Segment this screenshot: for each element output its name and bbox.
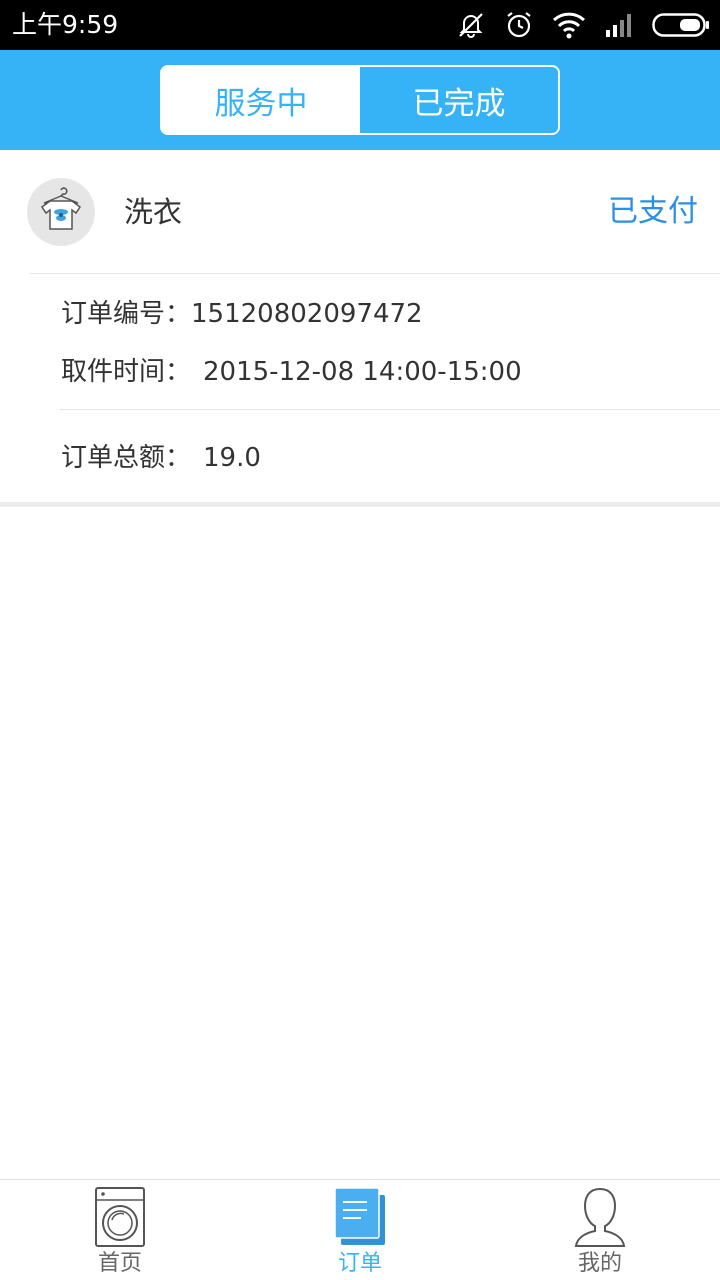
order-total-value: 19.0 (203, 443, 261, 473)
nav-label-me: 我的 (577, 1251, 622, 1276)
tshirt-hanger-icon (36, 185, 86, 239)
document-icon (332, 1186, 388, 1252)
battery-icon (652, 12, 710, 38)
divider (60, 409, 720, 410)
nav-item-orders[interactable]: 订单 (240, 1180, 480, 1280)
order-total-line: 订单总额： 19.0 (61, 440, 261, 476)
service-name: 洗衣 (124, 195, 183, 229)
order-status-segmented-control: 服务中 已完成 (160, 65, 560, 135)
order-card[interactable]: 洗衣 已支付 订单编号：15120802097472 取件时间： 2015-12-… (0, 150, 720, 502)
pickup-time-value: 2015-12-08 14:00-15:00 (203, 357, 522, 387)
order-total-label: 订单总额： (61, 443, 192, 473)
mute-icon (456, 10, 486, 40)
order-number-label: 订单编号： (61, 299, 192, 329)
wifi-icon (552, 11, 586, 39)
washing-machine-icon (94, 1186, 146, 1252)
pickup-time-line: 取件时间： 2015-12-08 14:00-15:00 (61, 354, 522, 390)
nav-label-orders: 订单 (337, 1251, 382, 1276)
section-separator (0, 502, 720, 507)
service-avatar (27, 178, 95, 246)
divider (30, 273, 720, 274)
status-time: 上午9:59 (12, 10, 119, 39)
alarm-icon (504, 10, 534, 40)
person-icon (573, 1186, 627, 1252)
status-icons (456, 10, 710, 40)
order-number-line: 订单编号：15120802097472 (61, 296, 423, 332)
status-bar: 上午9:59 (0, 0, 720, 50)
tab-completed[interactable]: 已完成 (360, 67, 558, 133)
pickup-time-label: 取件时间： (61, 357, 192, 387)
nav-item-home[interactable]: 首页 (0, 1180, 240, 1280)
nav-label-home: 首页 (97, 1251, 142, 1276)
payment-status: 已支付 (608, 194, 698, 229)
signal-icon (604, 12, 634, 38)
order-number-value: 15120802097472 (191, 299, 423, 329)
bottom-nav: 首页 订单 我的 (0, 1179, 720, 1280)
order-service-row: 洗衣 已支付 (0, 150, 720, 274)
header: 服务中 已完成 (0, 50, 720, 150)
nav-item-me[interactable]: 我的 (480, 1180, 720, 1280)
tab-in-service[interactable]: 服务中 (162, 67, 360, 133)
